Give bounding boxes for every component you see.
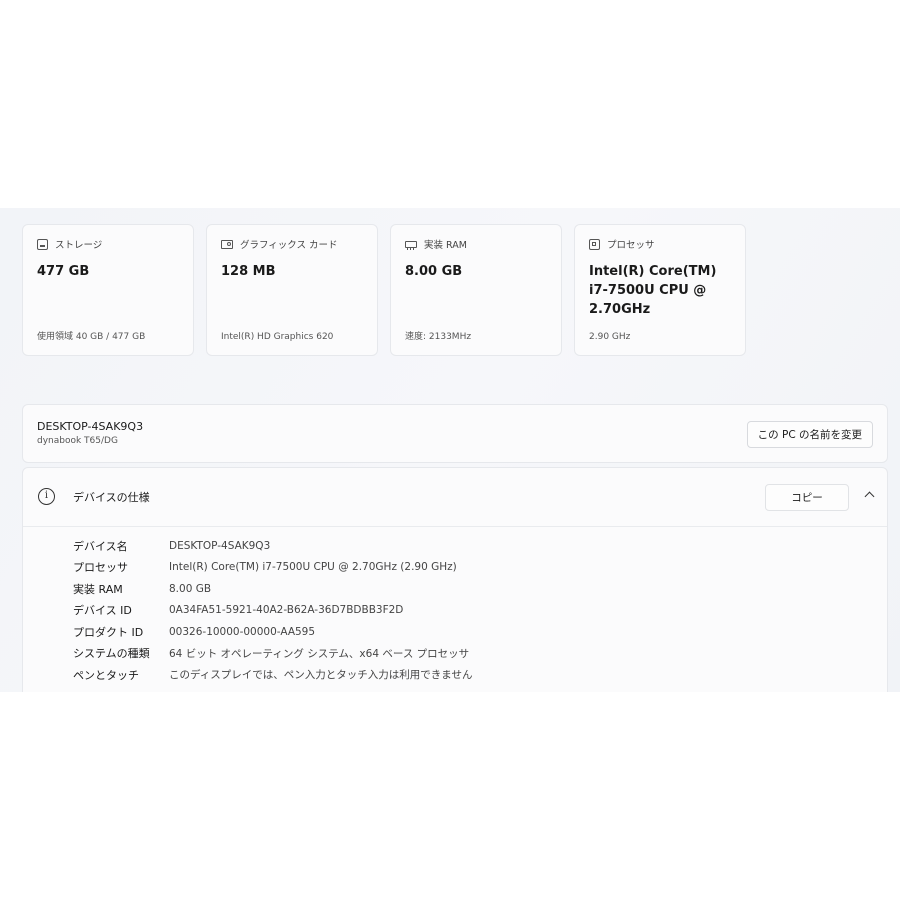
spec-row-device-name: デバイス名 DESKTOP-4SAK9Q3: [73, 535, 472, 557]
spec-key: ペンとタッチ: [73, 668, 139, 682]
device-spec-section: i デバイスの仕様 コピー デバイス名 DESKTOP-4SAK9Q3 プロセッ…: [22, 467, 888, 692]
chevron-up-icon[interactable]: [864, 491, 875, 502]
info-icon: i: [38, 488, 55, 505]
graphics-card-icon: [221, 239, 233, 249]
processor-card-value: Intel(R) Core(TM) i7-7500U CPU @ 2.70GHz: [589, 264, 717, 317]
graphics-card[interactable]: グラフィックス カード 128 MB Intel(R) HD Graphics …: [206, 224, 378, 356]
ram-card-label: 実装 RAM: [424, 240, 467, 251]
spec-key: 実装 RAM: [73, 582, 123, 596]
spec-key: プロセッサ: [73, 561, 128, 575]
storage-card-value: 477 GB: [37, 264, 90, 279]
copy-button[interactable]: コピー: [765, 484, 849, 511]
spec-key: システムの種類: [73, 647, 150, 661]
storage-icon: [37, 238, 48, 250]
ram-card[interactable]: 実装 RAM 8.00 GB 速度: 2133MHz: [390, 224, 562, 356]
rename-pc-button[interactable]: この PC の名前を変更: [746, 421, 873, 448]
processor-icon: [589, 238, 600, 250]
device-name-card: DESKTOP-4SAK9Q3 dynabook T65/DG この PC の名…: [22, 404, 888, 463]
spec-value: 00326-10000-00000-AA595: [169, 625, 316, 638]
ram-icon: [405, 240, 417, 250]
spec-key: デバイス ID: [73, 604, 132, 618]
spec-value: Intel(R) Core(TM) i7-7500U CPU @ 2.70GHz…: [169, 561, 457, 574]
spec-value: DESKTOP-4SAK9Q3: [169, 539, 271, 552]
ram-card-sub: 速度: 2133MHz: [405, 332, 472, 342]
spec-value: 0A34FA51-5921-40A2-B62A-36D7BDBB3F2D: [169, 604, 404, 617]
storage-card-sub: 使用領域 40 GB / 477 GB: [37, 332, 146, 342]
device-spec-rows: デバイス名 DESKTOP-4SAK9Q3 プロセッサ Intel(R) Cor…: [73, 535, 472, 686]
storage-card-label: ストレージ: [55, 240, 103, 251]
spec-row-ram: 実装 RAM 8.00 GB: [73, 578, 472, 600]
processor-card-label: プロセッサ: [607, 240, 655, 251]
device-model: dynabook T65/DG: [37, 436, 118, 446]
spec-value: このディスプレイでは、ペン入力とタッチ入力は利用できません: [169, 669, 473, 682]
storage-card[interactable]: ストレージ 477 GB 使用領域 40 GB / 477 GB: [22, 224, 194, 356]
device-spec-title: デバイスの仕様: [73, 491, 150, 504]
spec-value: 8.00 GB: [169, 582, 212, 595]
ram-card-value: 8.00 GB: [405, 264, 463, 279]
spec-key: デバイス名: [73, 539, 128, 553]
processor-card[interactable]: プロセッサ Intel(R) Core(TM) i7-7500U CPU @ 2…: [574, 224, 746, 356]
spec-row-system-type: システムの種類 64 ビット オペレーティング システム、x64 ベース プロセ…: [73, 643, 472, 665]
graphics-card-label: グラフィックス カード: [240, 240, 338, 251]
spec-row-product-id: プロダクト ID 00326-10000-00000-AA595: [73, 621, 472, 643]
spec-key: プロダクト ID: [73, 625, 144, 639]
device-name: DESKTOP-4SAK9Q3: [37, 420, 144, 433]
spec-row-pen-touch: ペンとタッチ このディスプレイでは、ペン入力とタッチ入力は利用できません: [73, 664, 472, 686]
processor-card-sub: 2.90 GHz: [589, 332, 631, 342]
spec-value: 64 ビット オペレーティング システム、x64 ベース プロセッサ: [169, 647, 470, 660]
spec-row-processor: プロセッサ Intel(R) Core(TM) i7-7500U CPU @ 2…: [73, 557, 472, 579]
graphics-card-value: 128 MB: [221, 264, 276, 279]
device-spec-header[interactable]: i デバイスの仕様 コピー: [23, 468, 887, 527]
spec-row-device-id: デバイス ID 0A34FA51-5921-40A2-B62A-36D7BDBB…: [73, 600, 472, 622]
settings-panel: ストレージ 477 GB 使用領域 40 GB / 477 GB グラフィックス…: [0, 208, 900, 692]
graphics-card-sub: Intel(R) HD Graphics 620: [221, 332, 334, 342]
